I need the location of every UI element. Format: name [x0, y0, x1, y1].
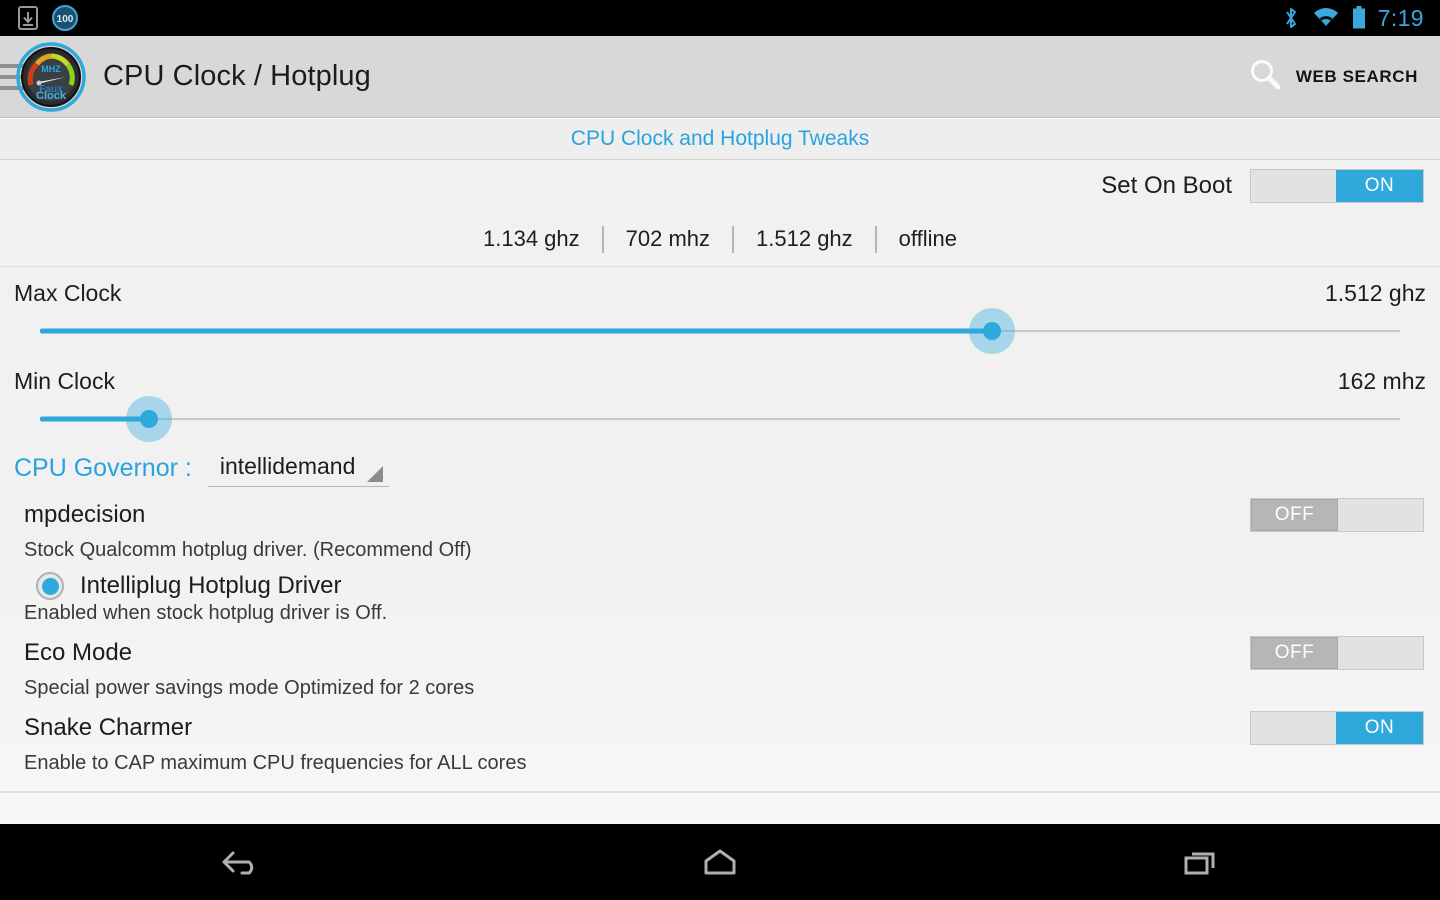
- status-bar-left-icons: 100: [0, 5, 78, 31]
- min-clock-block: Min Clock 162 mhz: [0, 355, 1440, 443]
- intelliplug-label: Intelliplug Hotplug Driver: [80, 572, 342, 599]
- wifi-icon: [1312, 7, 1340, 29]
- intelliplug-radio-row[interactable]: Intelliplug Hotplug Driver: [0, 568, 1440, 600]
- set-on-boot-label: Set On Boot: [1101, 172, 1232, 199]
- web-search-label: WEB SEARCH: [1295, 66, 1418, 86]
- setting-mpdecision[interactable]: mpdecision OFF: [0, 493, 1440, 537]
- max-clock-value: 1.512 ghz: [1324, 280, 1426, 306]
- svg-text:Clock: Clock: [36, 90, 67, 102]
- eco-mode-toggle[interactable]: OFF: [1250, 636, 1424, 670]
- status-bar-right-icons: 7:19: [1282, 5, 1440, 32]
- cpu-governor-row: CPU Governor : intellidemand: [0, 443, 1440, 493]
- max-clock-thumb[interactable]: [969, 308, 1015, 354]
- cpu-governor-dropdown[interactable]: intellidemand: [207, 453, 390, 487]
- mpdecision-toggle-state: OFF: [1251, 499, 1338, 531]
- cpu-core-frequencies: 1.134 ghz 702 mhz 1.512 ghz offline: [0, 212, 1440, 266]
- intelliplug-radio-button[interactable]: [36, 572, 64, 600]
- bluetooth-icon: [1282, 6, 1300, 30]
- set-on-boot-toggle[interactable]: ON: [1250, 169, 1424, 203]
- search-icon: [1248, 57, 1282, 96]
- setting-eco-mode[interactable]: Eco Mode OFF: [0, 631, 1440, 675]
- android-screen: 100 7:19 MHZ Faux Clock CPU Clock / Hotp…: [0, 0, 1440, 900]
- web-search-button[interactable]: WEB SEARCH: [1248, 57, 1440, 96]
- cpu-governor-label: CPU Governor :: [14, 454, 192, 482]
- setting-snake-charmer[interactable]: Snake Charmer ON: [0, 706, 1440, 750]
- cpu-core-2-freq: 1.512 ghz: [756, 226, 853, 251]
- setting-snake-charmer-description: Enable to CAP maximum CPU frequencies fo…: [24, 752, 527, 774]
- status-bar-clock: 7:19: [1377, 4, 1424, 31]
- chevron-down-icon: [367, 466, 384, 482]
- max-clock-fill: [40, 328, 992, 334]
- setting-eco-mode-title: Eco Mode: [24, 639, 133, 666]
- battery-percent-100-icon: 100: [52, 5, 78, 31]
- max-clock-slider[interactable]: [40, 307, 1400, 355]
- status-bar: 100 7:19: [0, 0, 1440, 36]
- cpu-core-0-freq: 1.134 ghz: [483, 226, 580, 251]
- min-clock-slider[interactable]: [40, 395, 1400, 443]
- setting-eco-mode-description: Special power savings mode Optimized for…: [24, 677, 475, 699]
- svg-text:100: 100: [57, 14, 74, 25]
- app-logo-icon[interactable]: MHZ Faux Clock: [16, 41, 86, 112]
- setting-mpdecision-description: Stock Qualcomm hotplug driver. (Recommen…: [24, 539, 472, 561]
- svg-text:MHZ: MHZ: [41, 64, 61, 74]
- section-subtitle-text: CPU Clock and Hotplug Tweaks: [570, 127, 870, 150]
- section-subtitle: CPU Clock and Hotplug Tweaks: [0, 119, 1440, 160]
- list-bottom-divider: [0, 791, 1440, 793]
- page-title: CPU Clock / Hotplug: [103, 60, 371, 92]
- min-clock-track: [40, 418, 1400, 420]
- set-on-boot-toggle-state: ON: [1336, 170, 1423, 202]
- min-clock-thumb[interactable]: [125, 396, 172, 442]
- cpu-core-1-freq: 702 mhz: [625, 226, 711, 251]
- min-clock-label: Min Clock: [14, 368, 115, 394]
- battery-icon: [1352, 6, 1366, 30]
- cpu-governor-value: intellidemand: [219, 453, 356, 479]
- max-clock-block: Max Clock 1.512 ghz: [0, 266, 1440, 355]
- min-clock-header: Min Clock 162 mhz: [14, 355, 1426, 395]
- mpdecision-toggle[interactable]: OFF: [1250, 498, 1424, 532]
- navigation-bar: [0, 824, 1440, 900]
- snake-charmer-toggle-state: ON: [1336, 712, 1423, 744]
- setting-snake-charmer-title: Snake Charmer: [24, 714, 193, 741]
- main-content: Set On Boot ON 1.134 ghz 702 mhz 1.512 g…: [0, 160, 1440, 824]
- back-icon[interactable]: [180, 834, 300, 890]
- recents-icon[interactable]: [1140, 834, 1260, 890]
- set-on-boot-row: Set On Boot ON: [0, 160, 1440, 212]
- min-clock-value: 162 mhz: [1337, 368, 1426, 394]
- action-bar: MHZ Faux Clock CPU Clock / Hotplug WEB S…: [0, 36, 1440, 118]
- setting-mpdecision-title: mpdecision: [24, 501, 146, 528]
- home-icon[interactable]: [660, 834, 780, 890]
- cpu-core-3-freq: offline: [898, 226, 957, 251]
- snake-charmer-toggle[interactable]: ON: [1250, 711, 1424, 745]
- max-clock-label: Max Clock: [14, 280, 122, 306]
- max-clock-header: Max Clock 1.512 ghz: [14, 267, 1426, 307]
- intelliplug-description: Enabled when stock hotplug driver is Off…: [24, 602, 388, 624]
- download-icon: [18, 6, 38, 30]
- eco-mode-toggle-state: OFF: [1251, 637, 1338, 669]
